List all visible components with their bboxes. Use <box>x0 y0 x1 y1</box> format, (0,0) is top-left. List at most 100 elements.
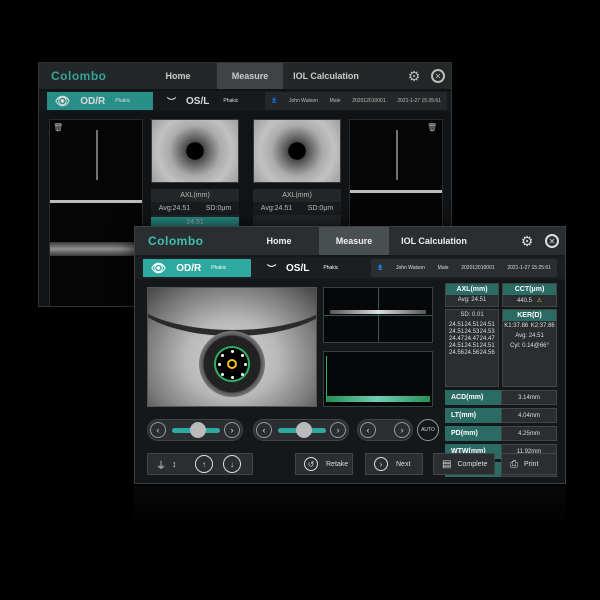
oct-scan-bottom <box>323 351 433 407</box>
reflection-dot <box>221 373 224 376</box>
back-od-status: Phakic <box>115 98 131 104</box>
back-nav-measure[interactable]: Measure <box>217 63 283 89</box>
eye-closed-icon: ︶ <box>267 263 277 274</box>
floor-reflection <box>134 486 566 526</box>
eyelid <box>148 288 316 336</box>
back-axl-avg-od: Avg:24.51 <box>158 205 191 212</box>
back-patient-name: John Watson <box>288 98 318 104</box>
brand-logo: Colombo <box>148 234 204 248</box>
reflection-dot <box>244 363 247 366</box>
reflection-dot <box>241 373 244 376</box>
back-trash-icon-left[interactable]: 🗑 <box>53 123 63 132</box>
os-label: OS/L <box>286 262 310 274</box>
arrow-up-button[interactable]: ↑ <box>195 455 213 473</box>
chevron-right-icon[interactable]: › <box>224 422 240 438</box>
back-axl-sd-os: SD:0μm <box>307 205 334 212</box>
arrow-down-button[interactable]: ↓ <box>223 455 241 473</box>
chevron-left-icon[interactable]: ‹ <box>150 422 166 438</box>
slider-knob[interactable] <box>296 422 312 438</box>
axl-reading: 24.51 <box>464 343 480 349</box>
brightness-slider[interactable]: ‹ › <box>253 419 349 441</box>
measurement-value: 4.25mm <box>501 426 557 441</box>
measurement-label: ACD(mm) <box>445 390 501 405</box>
back-scan-left <box>49 119 143 306</box>
chinrest-icon: ⏚ <box>156 460 166 472</box>
back-eye-bar: 👁 OD/R Phakic ︶ OS/L Phakic 👤 John Watso… <box>39 91 451 111</box>
back-axl-avg-os: Avg:24.51 <box>260 205 293 212</box>
ker-k-row: K1:37.86 K2:37.86 <box>503 321 556 331</box>
axl-avg: Avg: 24.51 <box>457 297 487 303</box>
retake-icon: ↺ <box>304 457 318 471</box>
eye-select-bar: 👁 OD/R Phakic ︶ OS/L Phakic 👤 John Watso… <box>135 257 565 279</box>
topbar: Colombo Home Measure IOL Calculation <box>135 227 565 255</box>
nav-home[interactable]: Home <box>239 227 319 255</box>
back-axl-title-od: AXL(mm) <box>180 192 210 199</box>
axl-sd: SD: 0.01 <box>460 312 484 318</box>
axl-reading: 24.56 <box>479 350 495 356</box>
back-eye-thumbnail-od <box>151 119 239 183</box>
next-icon: › <box>374 457 388 471</box>
ker-title: KER(D) <box>503 310 556 321</box>
back-axl-title-os: AXL(mm) <box>282 192 312 199</box>
auto-button[interactable]: AUTO <box>417 419 439 441</box>
updown-arrow-icon: ↕ <box>172 459 177 469</box>
patient-sex: Male <box>437 265 449 271</box>
cct-value-row: 440.5 ⚠ <box>503 295 556 306</box>
back-axl-sd-od: SD:0μm <box>205 205 232 212</box>
back-trash-icon-right[interactable]: 🗑 <box>427 123 437 132</box>
next-button[interactable]: › Next <box>365 453 423 475</box>
document-icon: ▤ <box>442 458 452 470</box>
back-nav-home[interactable]: Home <box>139 63 217 89</box>
axl-reading: 24.51 <box>449 322 465 328</box>
back-od-tab[interactable]: 👁 OD/R Phakic <box>47 92 153 110</box>
position-stepper[interactable]: ‹ › <box>357 419 413 441</box>
measurement-row: PD(mm) 4.25mm <box>445 426 557 441</box>
axl-reading: 24.53 <box>479 329 495 335</box>
close-icon[interactable]: ✕ <box>545 234 559 248</box>
chevron-right-icon[interactable]: › <box>330 422 346 438</box>
complete-label: Complete <box>457 460 488 468</box>
user-icon: 👤 <box>377 265 384 271</box>
back-patient-info: 👤 John Watson Male 202012010001 2021-1-2… <box>265 92 447 110</box>
nav-measure[interactable]: Measure <box>319 227 389 255</box>
ker-k2: K2:37.86 <box>530 323 555 329</box>
os-status: Phakic <box>323 265 339 271</box>
chevron-left-icon[interactable]: ‹ <box>360 422 376 438</box>
back-gear-icon[interactable]: ⚙ <box>406 68 422 84</box>
slider-knob[interactable] <box>190 422 206 438</box>
measurement-panel: AXL(mm) Avg: 24.51 CCT(μm) 440.5 ⚠ SD: 0… <box>445 283 557 477</box>
back-os-label: OS/L <box>186 95 210 107</box>
reflection-dot <box>231 376 234 379</box>
measurement-label: LT(mm) <box>445 408 501 423</box>
warning-icon: ⚠ <box>536 298 543 304</box>
back-axl-tile-od: AXL(mm) Avg:24.51 SD:0μm 24.51 <box>151 189 239 229</box>
retake-button[interactable]: ↺ Retake <box>295 453 353 475</box>
chevron-left-icon[interactable]: ‹ <box>256 422 272 438</box>
print-button[interactable]: ⎙ Print <box>501 453 557 475</box>
complete-button[interactable]: ▤ Complete <box>433 453 495 475</box>
chevron-right-icon[interactable]: › <box>394 422 410 438</box>
eye-closed-icon: ︶ <box>167 96 177 107</box>
os-tab[interactable]: ︶ OS/L Phakic <box>267 259 367 277</box>
back-od-label: OD/R <box>80 95 106 107</box>
settings-gear-icon[interactable]: ⚙ <box>519 233 535 249</box>
axl-reading: 24.53 <box>464 329 480 335</box>
back-brand-logo: Colombo <box>51 69 107 83</box>
back-os-tab[interactable]: ︶ OS/L Phakic <box>167 92 267 110</box>
od-tab[interactable]: 👁 OD/R Phakic <box>143 259 251 277</box>
live-eye-image[interactable] <box>147 287 317 407</box>
back-patient-datetime: 2021-1-27 15:25:61 <box>397 98 441 104</box>
ker-tile: KER(D) K1:37.86 K2:37.86 Avg: 24.51 Cyl:… <box>502 309 557 387</box>
focus-slider[interactable]: ‹ › <box>147 419 243 441</box>
back-nav-iol[interactable]: IOL Calculation <box>283 63 369 89</box>
nav-iol-calculation[interactable]: IOL Calculation <box>389 227 479 255</box>
ker-cyl: Cyl: 0.14@66° <box>510 343 549 349</box>
measurement-label: PD(mm) <box>445 426 501 441</box>
ker-avg: Avg: 24.51 <box>515 333 544 339</box>
axl-reading: 24.56 <box>464 350 480 356</box>
axl-tile: AXL(mm) Avg: 24.51 <box>445 283 499 307</box>
cct-value: 440.5 <box>516 298 532 304</box>
back-axl-peek-od: 24.51 <box>186 219 204 226</box>
back-axl-tile-os: AXL(mm) Avg:24.51 SD:0μm <box>253 189 341 229</box>
back-close-icon[interactable]: ✕ <box>431 69 445 83</box>
